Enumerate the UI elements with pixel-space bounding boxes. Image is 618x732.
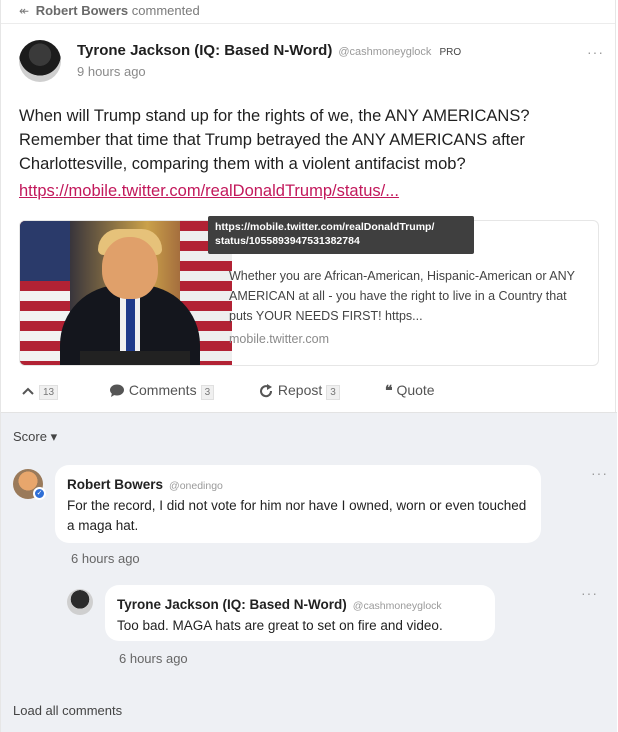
verified-check-icon: ✓ [33,487,46,500]
repost-icon [260,384,273,398]
comment-handle[interactable]: @onedingo [169,480,223,492]
comments-label: Comments [128,382,197,398]
author-handle[interactable]: @cashmoneyglock [338,46,431,58]
preview-description: Whether you are African-American, Hispan… [229,269,575,323]
sort-label: Score [13,429,47,444]
post-more-icon[interactable]: ··· [587,44,604,60]
chevron-up-icon [22,387,34,396]
post-header: Tyrone Jackson (IQ: Based N-Word) @cashmo… [19,40,599,90]
commenter-name[interactable]: Robert Bowers [36,3,128,18]
comment-bubble: Robert Bowers @onedingo For the record, I… [55,465,541,543]
comment-author[interactable]: Robert Bowers [67,477,163,492]
comment-text: For the record, I did not vote for him n… [67,498,527,533]
commented-header: ↞ Robert Bowers commented [1,0,615,24]
repost-count: 3 [326,385,340,400]
quote-button[interactable]: ❝ Quote [385,382,435,399]
url-tooltip: https://mobile.twitter.com/realDonaldTru… [208,216,474,254]
post-body: When will Trump stand up for the rights … [19,107,530,173]
reply-text: Too bad. MAGA hats are great to set on f… [117,618,443,633]
post-actions: 13 Comments 3 Repost 3 ❝ Quote [19,382,599,402]
comment-more-icon[interactable]: ··· [591,465,608,481]
preview-domain: mobile.twitter.com [229,332,330,346]
avatar[interactable] [19,40,61,82]
post-card: ↞ Robert Bowers commented Tyrone Jackson… [0,0,617,732]
comment-bubble-icon [110,384,124,398]
repost-button[interactable]: Repost 3 [259,382,340,400]
upvote-count: 13 [39,385,59,400]
upvote-button[interactable]: 13 [21,382,59,400]
tooltip-line-2: status/1055893947531382784 [215,235,360,247]
reply-timestamp[interactable]: 6 hours ago [119,651,188,666]
chevron-down-icon: ▾ [50,429,58,444]
author-name[interactable]: Tyrone Jackson (IQ: Based N-Word) [77,42,332,59]
preview-image[interactable] [20,221,232,365]
comment-timestamp[interactable]: 6 hours ago [71,551,140,566]
comments-button[interactable]: Comments 3 [109,382,215,400]
commented-action: commented [131,3,200,18]
reply-bubble: Tyrone Jackson (IQ: Based N-Word) @cashmo… [105,585,495,641]
reply-handle[interactable]: @cashmoneyglock [353,600,442,612]
reply-more-icon[interactable]: ··· [581,585,598,601]
reply-arrow-icon: ↞ [19,4,30,18]
tooltip-line-1: https://mobile.twitter.com/realDonaldTru… [215,221,435,233]
quote-label: Quote [396,382,435,398]
comments-section: Score ▾ ✓ Robert Bowers @onedingo For the… [1,412,617,732]
post-link[interactable]: https://mobile.twitter.com/realDonaldTru… [19,182,399,201]
pro-badge: PRO [439,47,462,58]
reply-author[interactable]: Tyrone Jackson (IQ: Based N-Word) [117,597,347,612]
quote-icon: ❝ [385,383,393,399]
comments-count: 3 [200,385,215,400]
avatar[interactable] [67,589,93,615]
post-author: Tyrone Jackson (IQ: Based N-Word) @cashmo… [77,42,461,59]
load-all-comments-link[interactable]: Load all comments [13,703,122,718]
post-timestamp[interactable]: 9 hours ago [77,64,146,79]
repost-label: Repost [277,382,323,398]
sort-dropdown[interactable]: Score ▾ [13,429,57,445]
